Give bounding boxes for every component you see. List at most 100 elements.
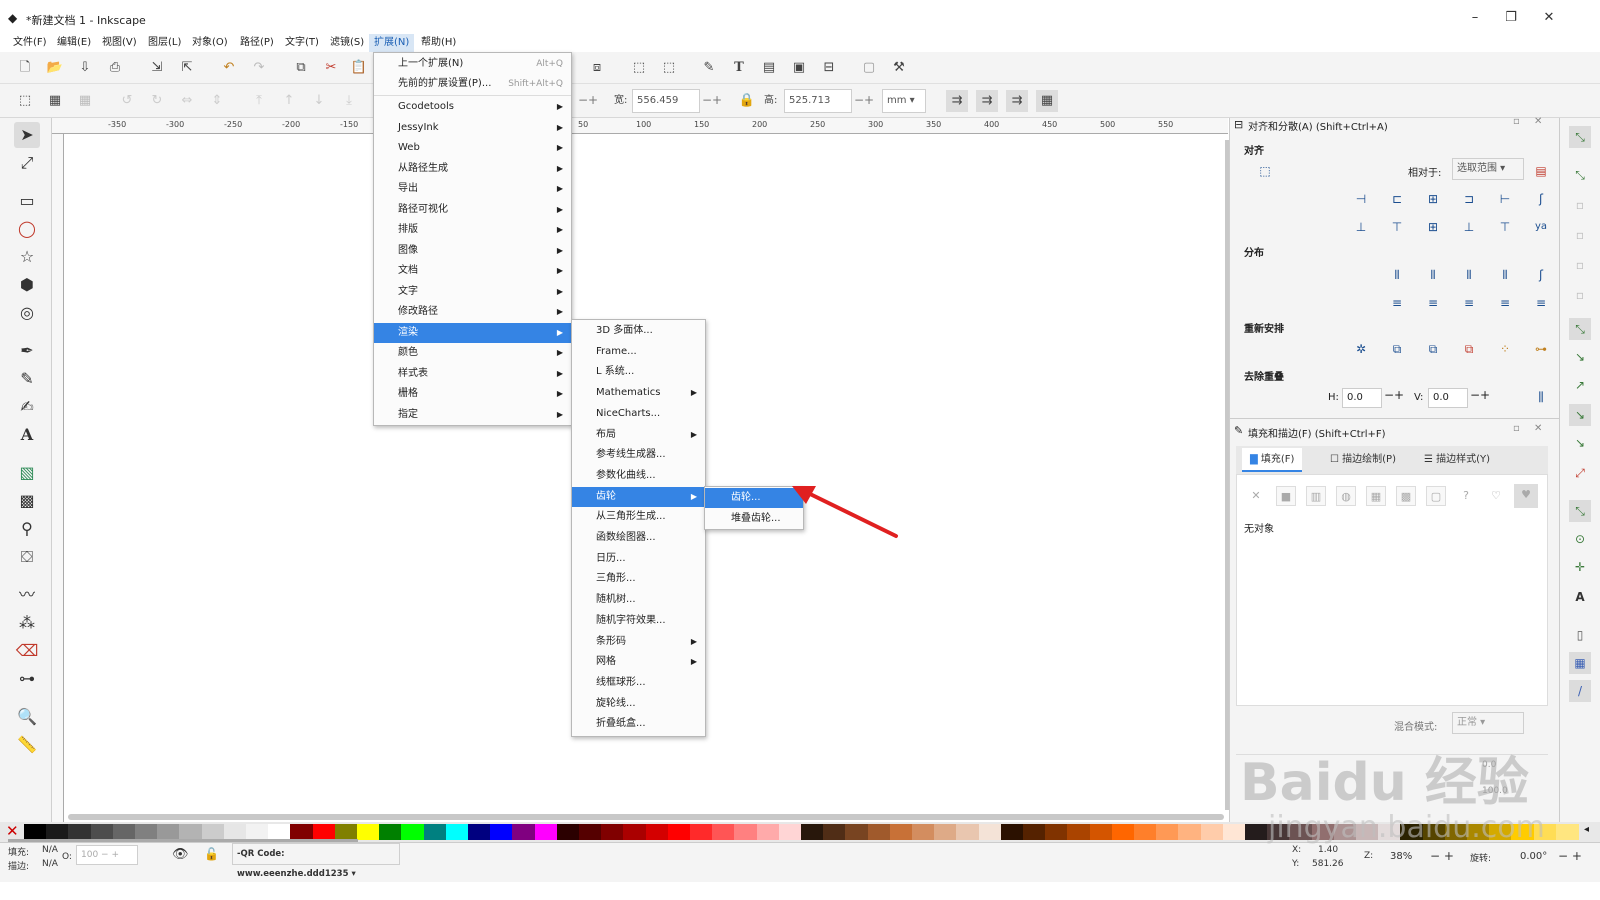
menu-item-barcode[interactable]: 条形码 ▶: [572, 632, 705, 652]
color-swatch[interactable]: [445, 824, 469, 840]
width-stepper[interactable]: −+: [702, 89, 732, 113]
menu-item-mathematics[interactable]: Mathematics ▶: [572, 383, 705, 403]
menu-item-l-system[interactable]: L 系统...: [572, 362, 705, 382]
menu-item-stylesheet[interactable]: 样式表 ▶: [374, 364, 571, 384]
snap-text-baseline-icon[interactable]: A: [1569, 586, 1591, 608]
color-swatch[interactable]: [90, 824, 114, 840]
measure-tool-icon[interactable]: 📏: [14, 732, 40, 758]
object-properties-icon[interactable]: ▣: [788, 57, 810, 79]
color-swatch[interactable]: [1489, 824, 1513, 840]
snap-midpoint-icon[interactable]: ⤢: [1569, 462, 1591, 484]
color-swatch[interactable]: [956, 824, 980, 840]
color-swatch[interactable]: [556, 824, 580, 840]
scale-stroke-icon[interactable]: ⇉: [946, 90, 968, 112]
snap-bbox-edge-icon[interactable]: ▫: [1569, 194, 1591, 216]
rotate-ccw-icon[interactable]: ↺: [116, 90, 138, 112]
color-swatch[interactable]: [179, 824, 203, 840]
tab-stroke-style[interactable]: ☰ 描边样式(Y): [1416, 448, 1498, 472]
exchange-z-order-icon[interactable]: ⧉: [1422, 338, 1444, 360]
color-swatch[interactable]: [357, 824, 380, 840]
menu-item-grids[interactable]: 网格 ▶: [572, 652, 705, 672]
radial-gradient-icon[interactable]: ◍: [1336, 486, 1356, 506]
unit-select[interactable]: mm ▾: [882, 89, 926, 113]
menu-item-document[interactable]: 文档 ▶: [374, 261, 571, 281]
open-icon[interactable]: 📂: [44, 57, 66, 79]
color-swatch[interactable]: [1178, 824, 1202, 840]
menu-item-modify-path[interactable]: 修改路径 ▶: [374, 302, 571, 322]
snap-cusp-icon[interactable]: ↘: [1569, 404, 1591, 426]
snap-others-icon[interactable]: ⤡: [1569, 500, 1591, 522]
color-swatch[interactable]: [934, 824, 958, 840]
height-stepper[interactable]: −+: [854, 89, 884, 113]
menu-item-3d-polyhedron[interactable]: 3D 多面体...: [572, 321, 705, 341]
menu-item-color[interactable]: 颜色 ▶: [374, 343, 571, 363]
ungroup-icon[interactable]: ⬚: [658, 57, 680, 79]
document-properties-icon[interactable]: ▢: [858, 57, 880, 79]
flip-horizontal-icon[interactable]: ⇔: [176, 90, 198, 112]
distribute-gaps-v-icon[interactable]: ≡: [1494, 292, 1516, 314]
menu-item-stacked-gears[interactable]: 堆叠齿轮...: [705, 509, 803, 529]
color-swatch[interactable]: [68, 824, 92, 840]
layers-icon[interactable]: ▤: [758, 57, 780, 79]
clone-icon[interactable]: ⧈: [586, 57, 608, 79]
align-baselines-icon[interactable]: ya: [1530, 216, 1552, 238]
color-swatch[interactable]: [334, 824, 358, 840]
menu-item-gcodetools[interactable]: Gcodetools ▶: [374, 97, 571, 117]
menu-item-gears[interactable]: 齿轮 ▶: [572, 486, 705, 507]
color-swatch[interactable]: [1222, 824, 1246, 840]
zoom-stepper[interactable]: − +: [1430, 849, 1454, 863]
group-icon[interactable]: ⬚: [628, 57, 650, 79]
color-swatch[interactable]: [290, 824, 314, 840]
menu-item-random-char-effect[interactable]: 随机字符效果...: [572, 611, 705, 631]
color-swatch[interactable]: [1311, 824, 1335, 840]
color-swatch[interactable]: [912, 824, 935, 840]
snap-intersection-icon[interactable]: ↗: [1569, 374, 1591, 396]
opacity-value[interactable]: 100.0: [1482, 786, 1508, 796]
color-swatch[interactable]: [1356, 824, 1379, 840]
color-swatch[interactable]: [1289, 824, 1313, 840]
menu-item-wireframe-sphere[interactable]: 线框球形...: [572, 673, 705, 693]
unclump-icon[interactable]: ⊶: [1530, 338, 1552, 360]
snap-bbox-corner-icon[interactable]: ▫: [1569, 224, 1591, 246]
menu-item-jessyink[interactable]: JessyInk ▶: [374, 118, 571, 138]
preferences-icon[interactable]: ⚒: [888, 57, 910, 79]
color-swatch[interactable]: [1111, 824, 1135, 840]
color-swatch[interactable]: [512, 824, 536, 840]
menu-item-images[interactable]: 图像 ▶: [374, 241, 571, 261]
rotation-stepper[interactable]: − +: [1558, 849, 1582, 863]
color-swatch[interactable]: [889, 824, 913, 840]
menu-item-typography[interactable]: 排版 ▶: [374, 220, 571, 240]
color-swatch[interactable]: [601, 824, 625, 840]
paste-icon[interactable]: 📋: [348, 57, 370, 79]
panel-close-icon[interactable]: ✕: [1534, 116, 1542, 127]
export-icon[interactable]: ⇱: [176, 57, 198, 79]
zoom-tool-icon[interactable]: 🔍: [14, 704, 40, 730]
color-swatch[interactable]: [534, 824, 558, 840]
flat-color-icon[interactable]: ■: [1276, 486, 1296, 506]
snap-path-icon[interactable]: ↘: [1569, 346, 1591, 368]
align-top-edges-icon[interactable]: ⊤: [1386, 216, 1408, 238]
selector-tool-icon[interactable]: ➤: [14, 122, 40, 148]
align-right-to-left-icon[interactable]: ⊣: [1350, 188, 1372, 210]
color-swatch[interactable]: [1467, 824, 1490, 840]
paint-bucket-tool-icon[interactable]: ⛋: [14, 544, 40, 570]
color-swatch[interactable]: [645, 824, 669, 840]
menu-item-generate-from-path[interactable]: 从路径生成 ▶: [374, 159, 571, 179]
move-gradients-icon[interactable]: ⇉: [1006, 90, 1028, 112]
color-swatch[interactable]: [1089, 824, 1113, 840]
color-swatch[interactable]: [1200, 824, 1224, 840]
color-swatch[interactable]: [379, 824, 403, 840]
h-gap-field[interactable]: 0.0: [1342, 388, 1382, 408]
minimize-button[interactable]: –: [1460, 8, 1490, 28]
menu-item-layout[interactable]: 布局 ▶: [572, 425, 705, 445]
menu-item-gear[interactable]: 齿轮...: [705, 488, 803, 508]
menu-item-web[interactable]: Web ▶: [374, 138, 571, 158]
spray-tool-icon[interactable]: ⁂: [14, 610, 40, 636]
restore-button[interactable]: ❐: [1496, 8, 1526, 28]
snap-bbox-midpoint-icon[interactable]: ▫: [1569, 254, 1591, 276]
swatch-icon[interactable]: ▢: [1426, 486, 1446, 506]
exchange-clockwise-icon[interactable]: ⧉: [1458, 338, 1480, 360]
distribute-bottom-icon[interactable]: ≡: [1458, 292, 1480, 314]
eraser-tool-icon[interactable]: ⌫: [14, 638, 40, 664]
color-swatch[interactable]: [778, 824, 802, 840]
